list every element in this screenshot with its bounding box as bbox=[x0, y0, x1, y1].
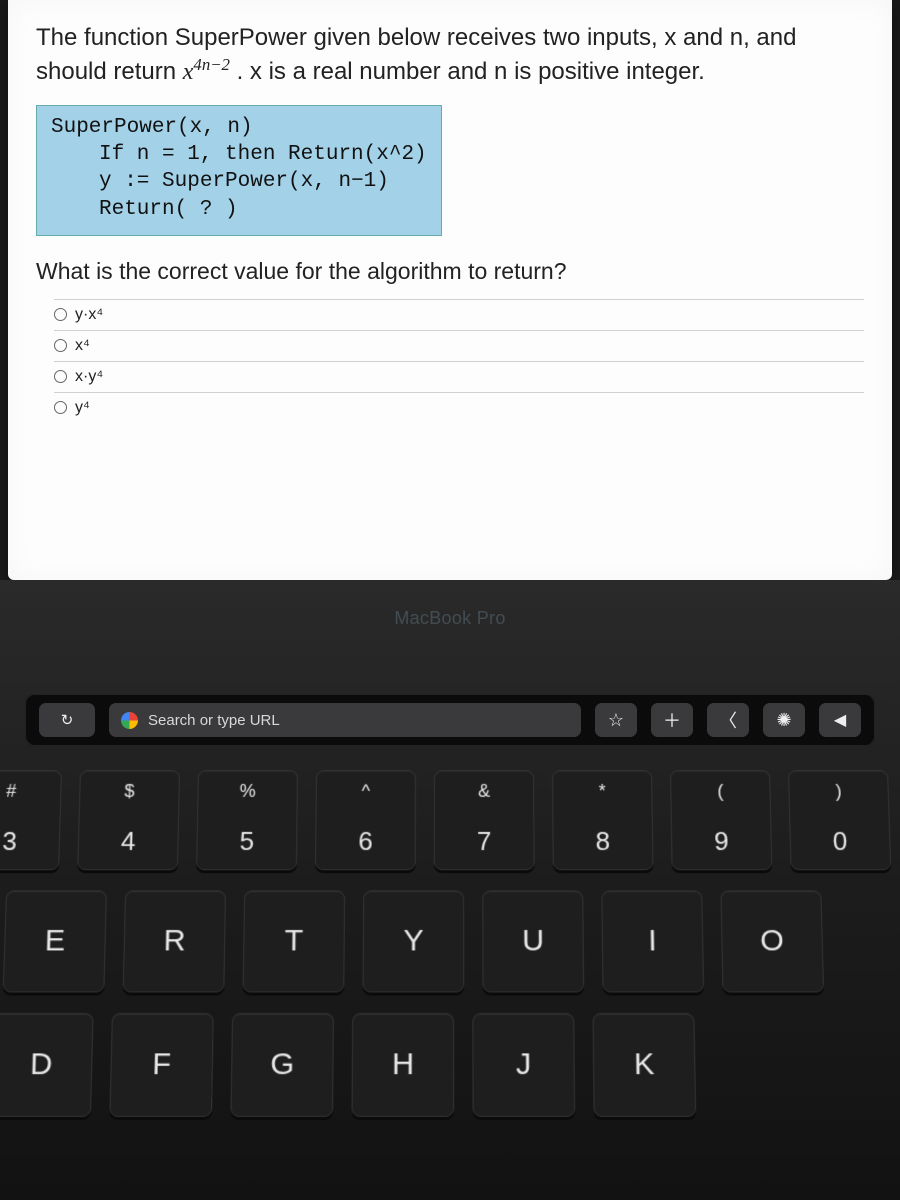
option-1[interactable]: y·x⁴ bbox=[54, 299, 864, 330]
key-y[interactable]: Y bbox=[363, 890, 465, 992]
key-5[interactable]: %5 bbox=[196, 770, 298, 870]
refresh-icon: ↻ bbox=[61, 711, 74, 729]
key-4[interactable]: $4 bbox=[77, 770, 180, 870]
option-4[interactable]: y⁴ bbox=[54, 392, 864, 423]
radio-icon bbox=[54, 370, 67, 383]
code-block: SuperPower(x, n) If n = 1, then Return(x… bbox=[36, 105, 442, 236]
key-t[interactable]: T bbox=[243, 890, 345, 992]
key-row-qwerty: E R T Y U I O bbox=[3, 890, 900, 992]
q-line2a: should return bbox=[36, 58, 183, 85]
option-label: y·x⁴ bbox=[75, 306, 103, 324]
radio-icon bbox=[54, 339, 67, 352]
option-3[interactable]: x·y⁴ bbox=[54, 361, 864, 392]
volume-icon: ◀ bbox=[834, 710, 846, 730]
key-3[interactable]: #3 bbox=[0, 770, 62, 870]
option-label: x·y⁴ bbox=[75, 368, 103, 386]
code-l2: If n = 1, then Return(x^2) bbox=[99, 141, 427, 168]
quiz-screen: The function SuperPower given below rece… bbox=[8, 0, 892, 580]
key-f[interactable]: F bbox=[109, 1013, 213, 1117]
code-l3: y := SuperPower(x, n−1) bbox=[99, 168, 427, 195]
code-l4: Return( ? ) bbox=[99, 196, 427, 223]
key-9[interactable]: (9 bbox=[670, 770, 772, 870]
option-label: y⁴ bbox=[75, 399, 90, 417]
key-d[interactable]: D bbox=[0, 1013, 94, 1117]
key-k[interactable]: K bbox=[593, 1013, 697, 1117]
code-l1: SuperPower(x, n) bbox=[51, 114, 427, 141]
expr-sup: 4n−2 bbox=[193, 55, 230, 74]
key-i[interactable]: I bbox=[601, 890, 704, 992]
brightness-icon: ✺ bbox=[776, 710, 791, 731]
key-7[interactable]: &7 bbox=[434, 770, 535, 870]
key-j[interactable]: J bbox=[472, 1013, 575, 1117]
laptop-deck: MacBook Pro ↻ Search or type URL ☆ ＋ 〈 ✺… bbox=[0, 580, 900, 1200]
brand-label: MacBook Pro bbox=[0, 608, 900, 629]
option-label: x⁴ bbox=[75, 337, 90, 355]
radio-icon bbox=[54, 308, 67, 321]
radio-icon bbox=[54, 401, 67, 414]
sub-question: What is the correct value for the algori… bbox=[36, 258, 864, 285]
options-list: y·x⁴ x⁴ x·y⁴ y⁴ bbox=[54, 299, 864, 423]
refresh-button[interactable]: ↻ bbox=[39, 703, 95, 737]
search-placeholder: Search or type URL bbox=[148, 712, 280, 729]
volume-button[interactable]: ◀ bbox=[819, 703, 861, 737]
key-8[interactable]: *8 bbox=[552, 770, 654, 870]
key-e[interactable]: E bbox=[3, 890, 107, 992]
key-h[interactable]: H bbox=[351, 1013, 454, 1117]
key-o[interactable]: O bbox=[720, 890, 824, 992]
expr-base: x bbox=[183, 59, 194, 85]
chevron-left-icon: 〈 bbox=[719, 707, 737, 733]
brightness-button[interactable]: ✺ bbox=[763, 703, 805, 737]
key-g[interactable]: G bbox=[230, 1013, 333, 1117]
option-2[interactable]: x⁴ bbox=[54, 330, 864, 361]
back-button[interactable]: 〈 bbox=[707, 703, 749, 737]
key-0[interactable]: )0 bbox=[788, 770, 891, 870]
q-line2b: . x is a real number and n is positive i… bbox=[237, 58, 705, 85]
q-line1: The function SuperPower given below rece… bbox=[36, 24, 796, 51]
plus-icon: ＋ bbox=[663, 707, 681, 733]
bookmark-button[interactable]: ☆ bbox=[595, 703, 637, 737]
key-row-numbers: #3 $4 %5 ^6 &7 *8 (9 )0 bbox=[0, 770, 900, 870]
key-r[interactable]: R bbox=[123, 890, 226, 992]
url-search-field[interactable]: Search or type URL bbox=[109, 703, 581, 737]
new-tab-button[interactable]: ＋ bbox=[651, 703, 693, 737]
google-icon bbox=[121, 712, 138, 729]
key-u[interactable]: U bbox=[482, 890, 584, 992]
key-row-asdf: D F G H J K bbox=[0, 1013, 900, 1117]
keyboard: #3 $4 %5 ^6 &7 *8 (9 )0 E R T Y U I O D … bbox=[0, 770, 900, 1117]
question-text: The function SuperPower given below rece… bbox=[36, 22, 864, 89]
touch-bar: ↻ Search or type URL ☆ ＋ 〈 ✺ ◀ bbox=[25, 694, 875, 746]
key-6[interactable]: ^6 bbox=[315, 770, 416, 870]
star-icon: ☆ bbox=[608, 710, 624, 731]
